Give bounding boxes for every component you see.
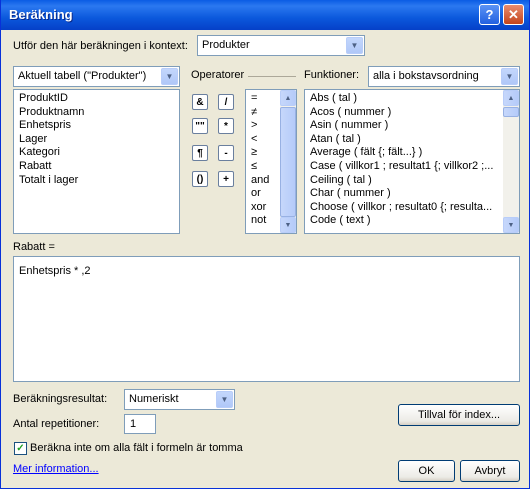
result-type-label: Beräkningsresultat: <box>13 393 108 405</box>
list-item[interactable]: Abs ( tal ) <box>305 92 503 106</box>
field-list[interactable]: ProduktID Produktnamn Enhetspris Lager K… <box>13 89 180 234</box>
list-item[interactable]: Code ( text ) <box>305 214 503 228</box>
repetitions-value: 1 <box>130 418 137 430</box>
index-options-button[interactable]: Tillval för index... <box>398 404 520 426</box>
formula-text: Enhetspris * ,2 <box>19 265 91 277</box>
list-item[interactable]: Average ( fält {; fält...} ) <box>305 146 503 160</box>
parentheses-operator-button[interactable]: () <box>192 171 208 187</box>
more-info-link[interactable]: Mer information... <box>13 463 99 475</box>
scroll-thumb[interactable] <box>503 107 519 117</box>
skip-empty-checkbox[interactable]: ✓ <box>14 442 27 455</box>
list-item[interactable]: Totalt i lager <box>14 174 179 188</box>
formula-label: Rabatt = <box>13 241 55 253</box>
functions-label: Funktioner: <box>304 69 360 81</box>
functions-filter-value: alla i bokstavsordning <box>373 70 479 82</box>
operators-label: Operatorer <box>191 69 245 81</box>
chevron-down-icon: ▼ <box>501 68 518 85</box>
chevron-down-icon: ▼ <box>346 37 363 54</box>
functions-filter-select[interactable]: alla i bokstavsordning ▼ <box>368 66 520 87</box>
context-select[interactable]: Produkter ▼ <box>197 35 365 56</box>
result-type-select[interactable]: Numeriskt ▼ <box>124 389 235 410</box>
list-item[interactable]: Asin ( nummer ) <box>305 119 503 133</box>
multiply-operator-button[interactable]: * <box>218 118 234 134</box>
table-select-value: Aktuell tabell ("Produkter") <box>18 70 147 82</box>
ampersand-operator-button[interactable]: & <box>192 94 208 110</box>
list-item[interactable]: Lager <box>14 133 179 147</box>
calculation-dialog: Beräkning ? ✕ Utför den här beräkningen … <box>0 0 530 489</box>
list-item[interactable]: Ceiling ( tal ) <box>305 174 503 188</box>
list-item[interactable]: Acos ( nummer ) <box>305 106 503 120</box>
scroll-down-icon[interactable]: ▼ <box>280 217 296 233</box>
list-item[interactable]: ProduktID <box>14 92 179 106</box>
pilcrow-operator-button[interactable]: ¶ <box>192 145 208 161</box>
scroll-up-icon[interactable]: ▲ <box>503 90 519 106</box>
function-list-scrollbar[interactable]: ▲ ▼ <box>503 90 519 233</box>
context-label: Utför den här beräkningen i kontext: <box>13 40 188 52</box>
operator-list-scrollbar[interactable]: ▲ ▼ <box>280 90 296 233</box>
list-item[interactable]: Rabatt <box>14 160 179 174</box>
list-item[interactable]: Char ( nummer ) <box>305 187 503 201</box>
cancel-button[interactable]: Avbryt <box>460 460 520 482</box>
divide-operator-button[interactable]: / <box>218 94 234 110</box>
result-type-value: Numeriskt <box>129 393 179 405</box>
ok-button[interactable]: OK <box>398 460 455 482</box>
question-icon: ? <box>485 7 494 22</box>
list-item[interactable]: Kategori <box>14 146 179 160</box>
plus-operator-button[interactable]: + <box>218 171 234 187</box>
list-item[interactable]: Atan ( tal ) <box>305 133 503 147</box>
scroll-down-icon[interactable]: ▼ <box>503 217 519 233</box>
scroll-up-icon[interactable]: ▲ <box>280 90 296 106</box>
operator-list[interactable]: = ≠ > < ≥ ≤ and or xor not ▲ ▼ <box>245 89 297 234</box>
repetitions-label: Antal repetitioner: <box>13 418 100 430</box>
table-select[interactable]: Aktuell tabell ("Produkter") ▼ <box>13 66 180 87</box>
function-list[interactable]: Abs ( tal ) Acos ( nummer ) Asin ( numme… <box>304 89 520 234</box>
list-item[interactable]: Produktnamn <box>14 106 179 120</box>
context-value: Produkter <box>202 39 250 51</box>
list-item[interactable]: Enhetspris <box>14 119 179 133</box>
window-title: Beräkning <box>9 7 73 22</box>
close-icon: ✕ <box>508 6 519 22</box>
formula-editor[interactable]: Enhetspris * ,2 <box>13 256 520 382</box>
minus-operator-button[interactable]: - <box>218 145 234 161</box>
chevron-down-icon: ▼ <box>161 68 178 85</box>
help-button[interactable]: ? <box>479 4 500 25</box>
close-button[interactable]: ✕ <box>503 4 524 25</box>
repetitions-input[interactable]: 1 <box>124 414 156 434</box>
chevron-down-icon: ▼ <box>216 391 233 408</box>
list-item[interactable]: Choose ( villkor ; resultat0 {; resulta.… <box>305 201 503 215</box>
scroll-thumb[interactable] <box>280 107 296 217</box>
skip-empty-label: Beräkna inte om alla fält i formeln är t… <box>30 442 243 454</box>
operators-divider <box>248 76 296 77</box>
quotes-operator-button[interactable]: "" <box>192 118 208 134</box>
title-bar[interactable]: Beräkning ? ✕ <box>1 0 529 30</box>
list-item[interactable]: Case ( villkor1 ; resultat1 {; villkor2 … <box>305 160 503 174</box>
